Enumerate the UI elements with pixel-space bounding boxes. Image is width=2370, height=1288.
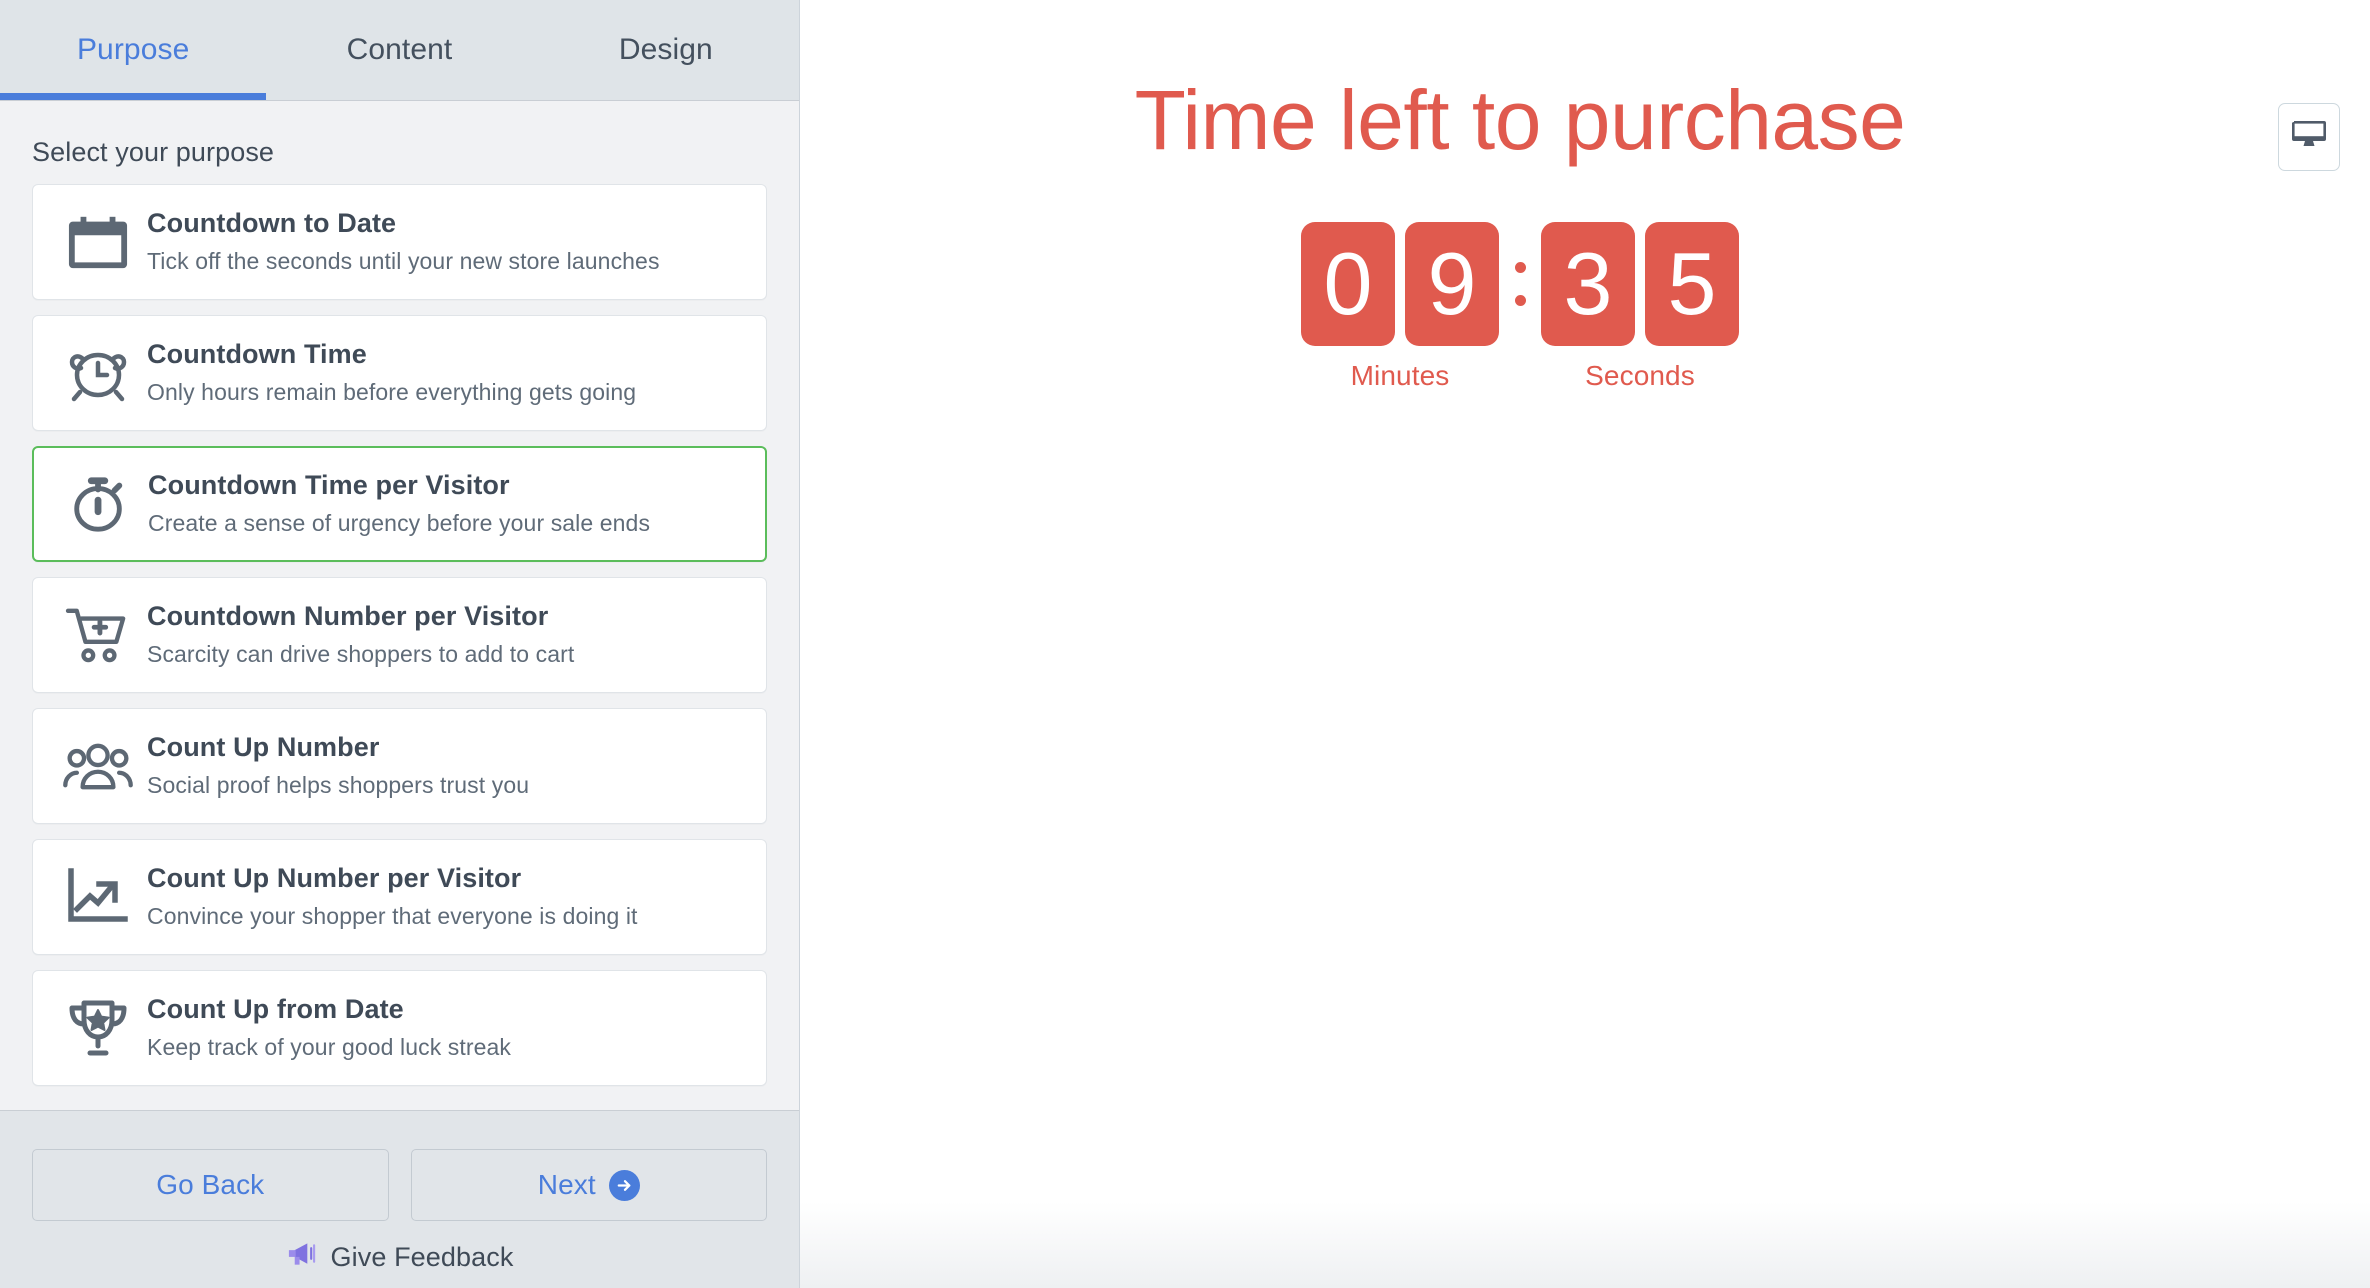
- give-feedback-label: Give Feedback: [330, 1242, 514, 1272]
- tab-purpose-label: Purpose: [76, 33, 190, 66]
- option-title: Count Up from Date: [147, 994, 404, 1025]
- desktop-monitor-icon: [2292, 120, 2326, 155]
- option-title: Countdown to Date: [147, 208, 397, 239]
- countdown-minutes-group: 0 9 Minutes: [1301, 222, 1499, 392]
- wizard-nav-buttons: Go Back Next: [0, 1111, 799, 1221]
- minutes-label: Minutes: [1350, 360, 1450, 391]
- minutes-digit-tens: 0: [1301, 222, 1395, 346]
- desktop-preview-toggle[interactable]: [2278, 103, 2340, 171]
- option-title: Count Up Number: [147, 732, 380, 763]
- countdown-headline: Time left to purchase: [1134, 73, 1906, 167]
- minutes-digit-ones: 9: [1405, 222, 1499, 346]
- preview-pane: Time left to purchase 0 9 Minutes 3 5 Se…: [800, 0, 2370, 1288]
- purpose-option-count-up-from-date[interactable]: Count Up from Date Keep track of your go…: [32, 970, 767, 1086]
- option-subtitle: Tick off the seconds until your new stor…: [147, 247, 660, 274]
- option-subtitle: Only hours remain before everything gets…: [147, 378, 637, 405]
- purpose-option-countdown-number-per-visitor[interactable]: Countdown Number per Visitor Scarcity ca…: [32, 577, 767, 693]
- tab-design[interactable]: Design: [533, 0, 799, 100]
- tab-content[interactable]: Content: [266, 0, 532, 100]
- countdown-separator: [1499, 222, 1541, 346]
- option-subtitle: Social proof helps shoppers trust you: [147, 771, 530, 798]
- option-title: Count Up Number per Visitor: [147, 863, 522, 894]
- next-label: Next: [537, 1169, 596, 1200]
- option-title: Countdown Time per Visitor: [148, 470, 510, 501]
- trophy-icon: [59, 996, 137, 1060]
- calendar-icon: [59, 210, 137, 274]
- purpose-option-countdown-to-date[interactable]: Countdown to Date Tick off the seconds u…: [32, 184, 767, 300]
- sidebar-footer: Go Back Next Give Feedback: [0, 1110, 799, 1288]
- purpose-option-count-up-number[interactable]: Count Up Number Social proof helps shopp…: [32, 708, 767, 824]
- option-subtitle: Create a sense of urgency before your sa…: [148, 509, 651, 536]
- seconds-digit-ones: 5: [1645, 222, 1739, 346]
- countdown-seconds-group: 3 5 Seconds: [1541, 222, 1739, 392]
- seconds-label: Seconds: [1585, 360, 1695, 391]
- alarm-clock-icon: [59, 341, 137, 405]
- give-feedback-button[interactable]: Give Feedback: [0, 1241, 799, 1274]
- stopwatch-icon: [60, 472, 138, 536]
- megaphone-icon: [286, 1241, 317, 1274]
- countdown-timer: 0 9 Minutes 3 5 Seconds: [1301, 222, 1869, 392]
- option-subtitle: Convince your shopper that everyone is d…: [147, 902, 638, 929]
- seconds-digits: 3 5: [1541, 222, 1739, 346]
- countdown-preview: Time left to purchase 0 9 Minutes 3 5 Se…: [800, 78, 2370, 392]
- next-button[interactable]: Next: [410, 1149, 767, 1221]
- purpose-option-countdown-time[interactable]: Countdown Time Only hours remain before …: [32, 315, 767, 431]
- settings-sidebar: Purpose Content Design Select your purpo…: [0, 0, 800, 1288]
- section-title: Select your purpose: [32, 137, 275, 167]
- trend-up-icon: [59, 865, 137, 929]
- wizard-tab-bar: Purpose Content Design: [0, 0, 799, 101]
- arrow-right-icon: [608, 1169, 640, 1201]
- purpose-option-countdown-time-per-visitor[interactable]: Countdown Time per Visitor Create a sens…: [32, 446, 767, 562]
- separator-dot-top: [1514, 262, 1526, 273]
- option-title: Countdown Number per Visitor: [147, 601, 549, 632]
- app-root: Purpose Content Design Select your purpo…: [0, 0, 2370, 1288]
- seconds-digit-tens: 3: [1541, 222, 1635, 346]
- option-subtitle: Keep track of your good luck streak: [147, 1033, 512, 1060]
- purpose-option-count-up-number-per-visitor[interactable]: Count Up Number per Visitor Convince you…: [32, 839, 767, 955]
- option-title: Countdown Time: [147, 339, 367, 370]
- tab-purpose[interactable]: Purpose: [0, 0, 267, 100]
- separator-dot-bottom: [1514, 295, 1526, 306]
- tab-content-label: Content: [346, 33, 453, 66]
- people-icon: [59, 734, 137, 798]
- go-back-label: Go Back: [156, 1169, 265, 1200]
- cart-plus-icon: [59, 603, 137, 667]
- option-subtitle: Scarcity can drive shoppers to add to ca…: [147, 640, 575, 667]
- go-back-button[interactable]: Go Back: [32, 1149, 389, 1221]
- minutes-digits: 0 9: [1301, 222, 1499, 346]
- tab-design-label: Design: [618, 33, 713, 66]
